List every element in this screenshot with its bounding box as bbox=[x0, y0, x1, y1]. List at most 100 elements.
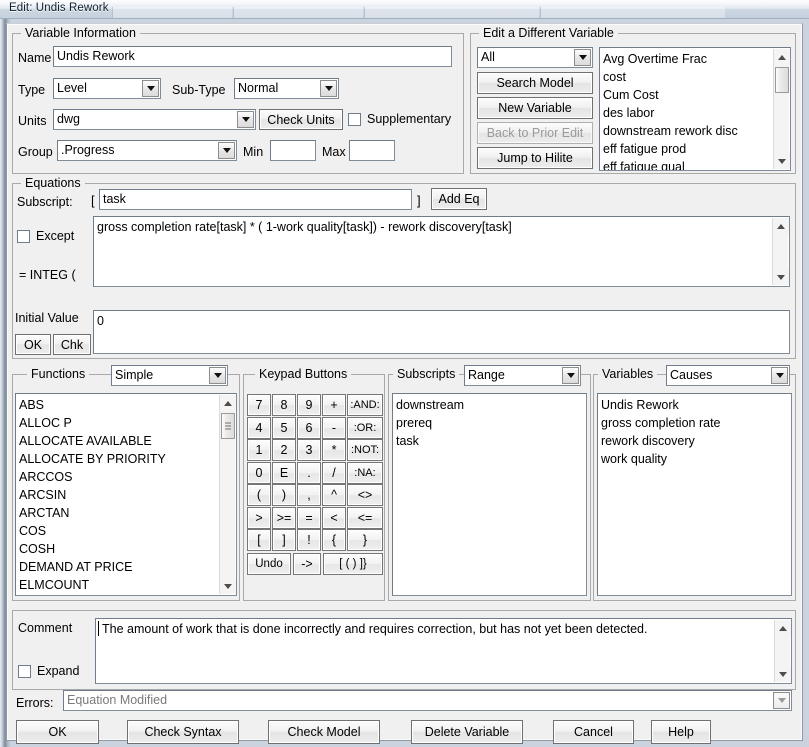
list-item[interactable]: Cum Cost bbox=[603, 86, 790, 104]
keypad-button[interactable]: :NA: bbox=[347, 462, 383, 484]
list-item[interactable]: cost bbox=[603, 68, 790, 86]
keypad-button[interactable]: <> bbox=[347, 484, 383, 506]
comment-editor[interactable]: The amount of work that is done incorrec… bbox=[95, 618, 792, 684]
help-button[interactable]: Help bbox=[651, 720, 711, 744]
variables-panel-list[interactable]: Undis Reworkgross completion raterework … bbox=[597, 393, 792, 596]
keypad-button[interactable]: - bbox=[322, 417, 346, 439]
variable-list[interactable]: Avg Overtime FraccostCum Costdes labordo… bbox=[599, 47, 791, 171]
min-input[interactable] bbox=[270, 140, 316, 161]
chevron-down-icon[interactable] bbox=[142, 80, 159, 97]
cancel-button[interactable]: Cancel bbox=[553, 720, 634, 744]
check-units-button[interactable]: Check Units bbox=[259, 109, 343, 130]
subtype-select[interactable]: Normal bbox=[234, 78, 339, 99]
keypad-button[interactable]: ^ bbox=[322, 484, 346, 506]
chevron-down-icon[interactable] bbox=[562, 367, 579, 384]
keypad-button[interactable]: E bbox=[272, 462, 296, 484]
list-item[interactable]: ALLOC P bbox=[19, 414, 236, 432]
keypad-button[interactable]: :OR: bbox=[347, 417, 383, 439]
functions-list[interactable]: ABSALLOC PALLOCATE AVAILABLEALLOCATE BY … bbox=[15, 393, 237, 596]
supplementary-checkbox[interactable]: Supplementary bbox=[348, 112, 451, 126]
name-input[interactable]: Undis Rework bbox=[53, 46, 452, 67]
keypad-button[interactable]: = bbox=[297, 507, 321, 529]
keypad-button[interactable]: [ bbox=[247, 529, 271, 551]
subscripts-filter-select[interactable]: Range bbox=[464, 365, 581, 386]
keypad-button[interactable]: 5 bbox=[272, 417, 296, 439]
scroll-down-icon[interactable] bbox=[220, 578, 236, 594]
checkbox-box[interactable] bbox=[18, 665, 31, 678]
equation-scrollbar[interactable] bbox=[772, 218, 788, 285]
keypad-button[interactable]: :AND: bbox=[347, 394, 383, 416]
list-item[interactable]: ARCSIN bbox=[19, 486, 236, 504]
list-item[interactable]: gross completion rate bbox=[601, 414, 791, 432]
list-item[interactable]: ARCCOS bbox=[19, 468, 236, 486]
keypad-button[interactable]: 6 bbox=[297, 417, 321, 439]
list-item[interactable]: task bbox=[396, 432, 586, 450]
functions-filter-select[interactable]: Simple bbox=[111, 365, 228, 386]
delete-variable-button[interactable]: Delete Variable bbox=[411, 720, 523, 744]
scrollbar-thumb[interactable] bbox=[221, 413, 235, 439]
initial-value-editor[interactable]: 0 bbox=[93, 310, 790, 354]
keypad-button[interactable]: 1 bbox=[247, 439, 271, 461]
list-item[interactable]: prereq bbox=[396, 414, 586, 432]
keypad-button[interactable]: ] bbox=[272, 529, 296, 551]
keypad-button[interactable]: < bbox=[322, 507, 346, 529]
checkbox-box[interactable] bbox=[17, 230, 30, 243]
list-item[interactable]: des labor bbox=[603, 104, 790, 122]
list-item[interactable]: downstream rework disc bbox=[603, 122, 790, 140]
max-input[interactable] bbox=[349, 140, 395, 161]
list-item[interactable]: ELMCOUNT bbox=[19, 576, 236, 594]
list-item[interactable]: COS bbox=[19, 522, 236, 540]
keypad-button[interactable]: Undo bbox=[247, 553, 291, 575]
keypad-button[interactable]: { bbox=[322, 529, 346, 551]
list-item[interactable]: DEMAND AT PRICE bbox=[19, 558, 236, 576]
keypad-button[interactable]: 7 bbox=[247, 394, 271, 416]
keypad-button[interactable]: ! bbox=[297, 529, 321, 551]
list-item[interactable]: eff fatigue qual bbox=[603, 158, 790, 171]
list-item[interactable]: Undis Rework bbox=[601, 396, 791, 414]
scroll-up-icon[interactable] bbox=[220, 395, 236, 411]
keypad-button[interactable]: ) bbox=[272, 484, 296, 506]
keypad-button[interactable]: 4 bbox=[247, 417, 271, 439]
list-item[interactable]: ABS bbox=[19, 396, 236, 414]
keypad-button[interactable]: <= bbox=[347, 507, 383, 529]
keypad-button[interactable]: 2 bbox=[272, 439, 296, 461]
keypad-button[interactable]: [ ( ) ]} bbox=[323, 553, 383, 575]
keypad-button[interactable]: + bbox=[322, 394, 346, 416]
keypad-button[interactable]: >= bbox=[272, 507, 296, 529]
keypad-button[interactable]: } bbox=[347, 529, 383, 551]
list-item[interactable]: COSH bbox=[19, 540, 236, 558]
ok-button[interactable]: OK bbox=[16, 720, 99, 744]
keypad-button[interactable]: -> bbox=[293, 553, 321, 575]
keypad-button[interactable]: , bbox=[297, 484, 321, 506]
scroll-down-icon[interactable] bbox=[774, 153, 790, 169]
type-select[interactable]: Level bbox=[53, 78, 161, 99]
errors-select[interactable]: Equation Modified bbox=[63, 690, 792, 711]
scroll-up-icon[interactable] bbox=[774, 49, 790, 65]
list-item[interactable]: Avg Overtime Frac bbox=[603, 50, 790, 68]
variable-filter-select[interactable]: All bbox=[477, 47, 593, 68]
subscripts-list[interactable]: downstreamprereqtask bbox=[392, 393, 587, 596]
functions-list-scrollbar[interactable] bbox=[219, 395, 235, 594]
group-select[interactable]: .Progress bbox=[57, 140, 237, 161]
except-checkbox[interactable]: Except bbox=[17, 229, 74, 243]
keypad-button[interactable]: 3 bbox=[297, 439, 321, 461]
list-item[interactable]: downstream bbox=[396, 396, 586, 414]
keypad-button[interactable]: 0 bbox=[247, 462, 271, 484]
variable-list-scrollbar[interactable] bbox=[773, 49, 789, 169]
chevron-down-icon[interactable] bbox=[771, 367, 788, 384]
equation-chk-button[interactable]: Chk bbox=[53, 334, 91, 355]
subscript-input[interactable]: task bbox=[99, 189, 412, 210]
scroll-up-icon[interactable] bbox=[773, 218, 789, 234]
list-item[interactable]: ALLOCATE AVAILABLE bbox=[19, 432, 236, 450]
scroll-down-icon[interactable] bbox=[775, 666, 791, 682]
variables-panel-filter-select[interactable]: Causes bbox=[666, 365, 790, 386]
chevron-down-icon[interactable] bbox=[237, 111, 254, 128]
chevron-down-icon[interactable] bbox=[574, 49, 591, 66]
equation-ok-button[interactable]: OK bbox=[15, 334, 51, 355]
scroll-up-icon[interactable] bbox=[775, 620, 791, 636]
equation-editor[interactable]: gross completion rate[task] * ( 1-work q… bbox=[93, 216, 790, 287]
keypad-button[interactable]: :NOT: bbox=[347, 439, 383, 461]
keypad-button[interactable]: > bbox=[247, 507, 271, 529]
keypad-button[interactable]: ( bbox=[247, 484, 271, 506]
check-model-button[interactable]: Check Model bbox=[268, 720, 380, 744]
